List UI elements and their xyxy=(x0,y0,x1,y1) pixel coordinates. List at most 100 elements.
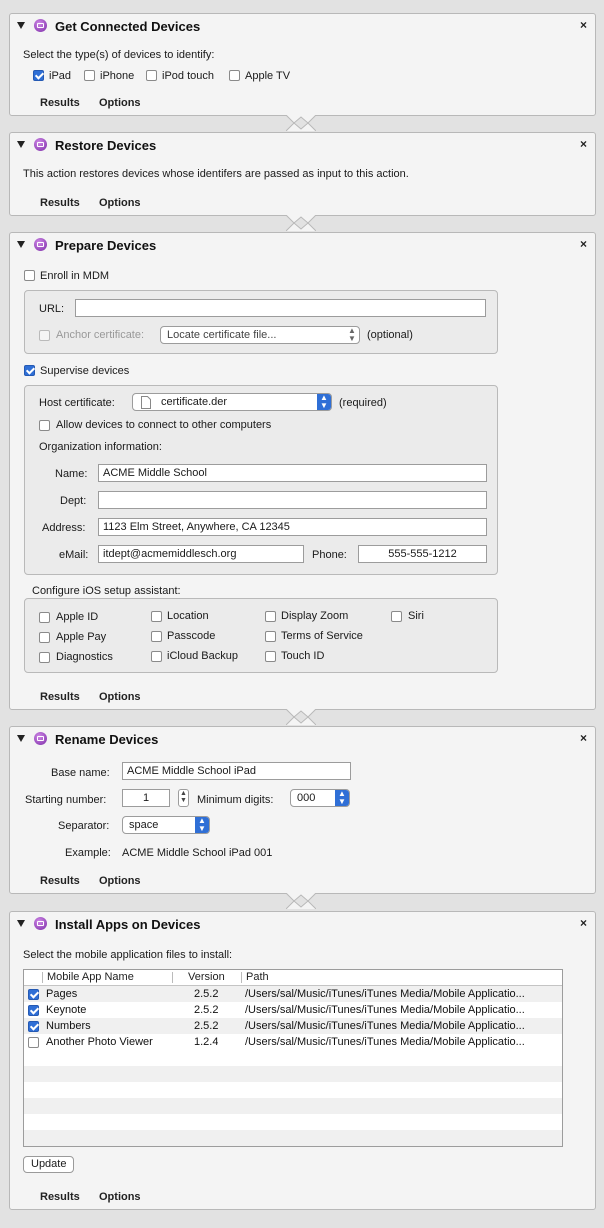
disclosure-triangle-icon[interactable] xyxy=(17,22,25,29)
close-icon[interactable]: × xyxy=(580,18,587,32)
document-icon xyxy=(141,396,151,409)
disclosure-triangle-icon[interactable] xyxy=(17,241,25,248)
setup-terms-checkbox[interactable] xyxy=(265,631,276,642)
install-apps-action: Install Apps on Devices × Select the mob… xyxy=(9,911,596,1210)
row-checkbox[interactable] xyxy=(28,1005,39,1016)
row-checkbox[interactable] xyxy=(28,1021,39,1032)
action-title: Restore Devices xyxy=(55,138,157,153)
disclosure-triangle-icon[interactable] xyxy=(17,920,25,927)
options-tab[interactable]: Options xyxy=(99,197,141,209)
options-tab[interactable]: Options xyxy=(99,875,141,887)
allow-connect-checkbox[interactable] xyxy=(39,420,50,431)
options-tab[interactable]: Options xyxy=(99,691,141,703)
setup-icloud-backup-checkbox[interactable] xyxy=(151,651,162,662)
row-checkbox[interactable] xyxy=(28,1037,39,1048)
table-row[interactable]: Keynote 2.5.2 /Users/sal/Music/iTunes/iT… xyxy=(24,1002,562,1018)
ipod-touch-checkbox[interactable] xyxy=(146,70,157,81)
address-label: Address: xyxy=(42,522,86,534)
results-tab[interactable]: Results xyxy=(40,97,80,109)
results-tab[interactable]: Results xyxy=(40,875,80,887)
ipod-touch-label: iPod touch xyxy=(162,70,214,82)
col-app-name[interactable]: Mobile App Name xyxy=(47,971,134,983)
setup-passcode-checkbox[interactable] xyxy=(151,631,162,642)
org-name-label: Name: xyxy=(55,468,88,480)
dept-input[interactable] xyxy=(98,491,487,509)
results-tab[interactable]: Results xyxy=(40,197,80,209)
table-row[interactable]: Another Photo Viewer 1.2.4 /Users/sal/Mu… xyxy=(24,1034,562,1050)
anchor-certificate-popup[interactable]: Locate certificate file... ▲ ▼ xyxy=(160,326,360,344)
chevron-updown-icon: ▲ ▼ xyxy=(335,790,349,806)
app-path: /Users/sal/Music/iTunes/iTunes Media/Mob… xyxy=(245,988,525,1000)
apple-tv-label: Apple TV xyxy=(245,70,291,82)
install-prompt: Select the mobile application files to i… xyxy=(23,949,233,961)
enroll-mdm-checkbox[interactable] xyxy=(24,270,35,281)
setup-location-checkbox[interactable] xyxy=(151,611,162,622)
options-tab[interactable]: Options xyxy=(99,97,141,109)
starting-number-input[interactable]: 1 xyxy=(122,789,170,807)
ipad-checkbox[interactable] xyxy=(33,70,44,81)
action-title: Install Apps on Devices xyxy=(55,917,201,932)
setup-apple-id-checkbox[interactable] xyxy=(39,612,50,623)
min-digits-popup[interactable]: 000 ▲ ▼ xyxy=(290,789,350,807)
supervise-checkbox[interactable] xyxy=(24,365,35,376)
setup-diagnostics-checkbox[interactable] xyxy=(39,652,50,663)
setup-display-zoom-checkbox[interactable] xyxy=(265,611,276,622)
empty-row xyxy=(24,1130,562,1146)
options-tab[interactable]: Options xyxy=(99,1191,141,1203)
host-certificate-label: Host certificate: xyxy=(39,397,115,409)
setup-touch-id-checkbox[interactable] xyxy=(265,651,276,662)
col-path[interactable]: Path xyxy=(246,971,269,983)
table-row[interactable]: Numbers 2.5.2 /Users/sal/Music/iTunes/iT… xyxy=(24,1018,562,1034)
setup-passcode-label: Passcode xyxy=(167,630,216,642)
iphone-checkbox[interactable] xyxy=(84,70,95,81)
close-icon[interactable]: × xyxy=(580,237,587,251)
org-name-input[interactable]: ACME Middle School xyxy=(98,464,487,482)
base-name-input[interactable]: ACME Middle School iPad xyxy=(122,762,351,780)
action-title: Prepare Devices xyxy=(55,238,157,253)
update-button[interactable]: Update xyxy=(23,1156,75,1173)
action-header: Install Apps on Devices × xyxy=(10,912,595,936)
disclosure-triangle-icon[interactable] xyxy=(17,141,25,148)
address-input[interactable]: 1123 Elm Street, Anywhere, CA 12345 xyxy=(98,518,487,536)
setup-assistant-group: Apple ID Location Display Zoom Siri Appl… xyxy=(24,598,498,673)
required-label: (required) xyxy=(339,397,387,409)
chevron-updown-icon: ▲ ▼ xyxy=(348,326,356,343)
close-icon[interactable]: × xyxy=(580,137,587,151)
url-input[interactable] xyxy=(75,299,486,317)
anchor-certificate-checkbox[interactable] xyxy=(39,330,50,341)
mdm-group: URL: Anchor certificate: Locate certific… xyxy=(24,290,498,354)
disclosure-triangle-icon[interactable] xyxy=(17,735,25,742)
app-path: /Users/sal/Music/iTunes/iTunes Media/Mob… xyxy=(245,1020,525,1032)
separator-value: space xyxy=(129,819,159,831)
starting-number-stepper[interactable]: ▲ ▼ xyxy=(178,789,189,807)
phone-input[interactable]: 555-555-1212 xyxy=(358,545,487,563)
col-version[interactable]: Version xyxy=(188,971,225,983)
app-name: Pages xyxy=(46,988,78,1000)
host-certificate-popup[interactable]: certificate.der ▲ ▼ xyxy=(132,393,332,411)
ipad-label: iPad xyxy=(49,70,72,82)
close-icon[interactable]: × xyxy=(580,916,587,930)
table-row[interactable]: Pages 2.5.2 /Users/sal/Music/iTunes/iTun… xyxy=(24,986,562,1002)
setup-apple-pay-label: Apple Pay xyxy=(56,631,107,643)
app-version: 2.5.2 xyxy=(194,1020,219,1032)
configurator-app-icon xyxy=(34,19,47,32)
row-checkbox[interactable] xyxy=(28,989,39,1000)
action-connector xyxy=(286,709,316,725)
prepare-devices-action: Prepare Devices × Enroll in MDM URL: Anc… xyxy=(9,232,596,710)
url-label: URL: xyxy=(39,303,65,315)
app-path: /Users/sal/Music/iTunes/iTunes Media/Mob… xyxy=(245,1004,525,1016)
separator-popup[interactable]: space ▲ ▼ xyxy=(122,816,210,834)
setup-apple-pay-checkbox[interactable] xyxy=(39,632,50,643)
close-icon[interactable]: × xyxy=(580,731,587,745)
app-name: Another Photo Viewer xyxy=(46,1036,153,1048)
action-header: Restore Devices × xyxy=(10,133,595,157)
results-tab[interactable]: Results xyxy=(40,691,80,703)
results-tab[interactable]: Results xyxy=(40,1191,80,1203)
action-footer: Results Options xyxy=(10,1185,595,1209)
separator-label: Separator: xyxy=(58,820,110,832)
optional-label: (optional) xyxy=(367,329,413,341)
apple-tv-checkbox[interactable] xyxy=(229,70,240,81)
setup-siri-checkbox[interactable] xyxy=(391,611,402,622)
app-version: 1.2.4 xyxy=(194,1036,219,1048)
email-input[interactable]: itdept@acmemiddlesch.org xyxy=(98,545,304,563)
